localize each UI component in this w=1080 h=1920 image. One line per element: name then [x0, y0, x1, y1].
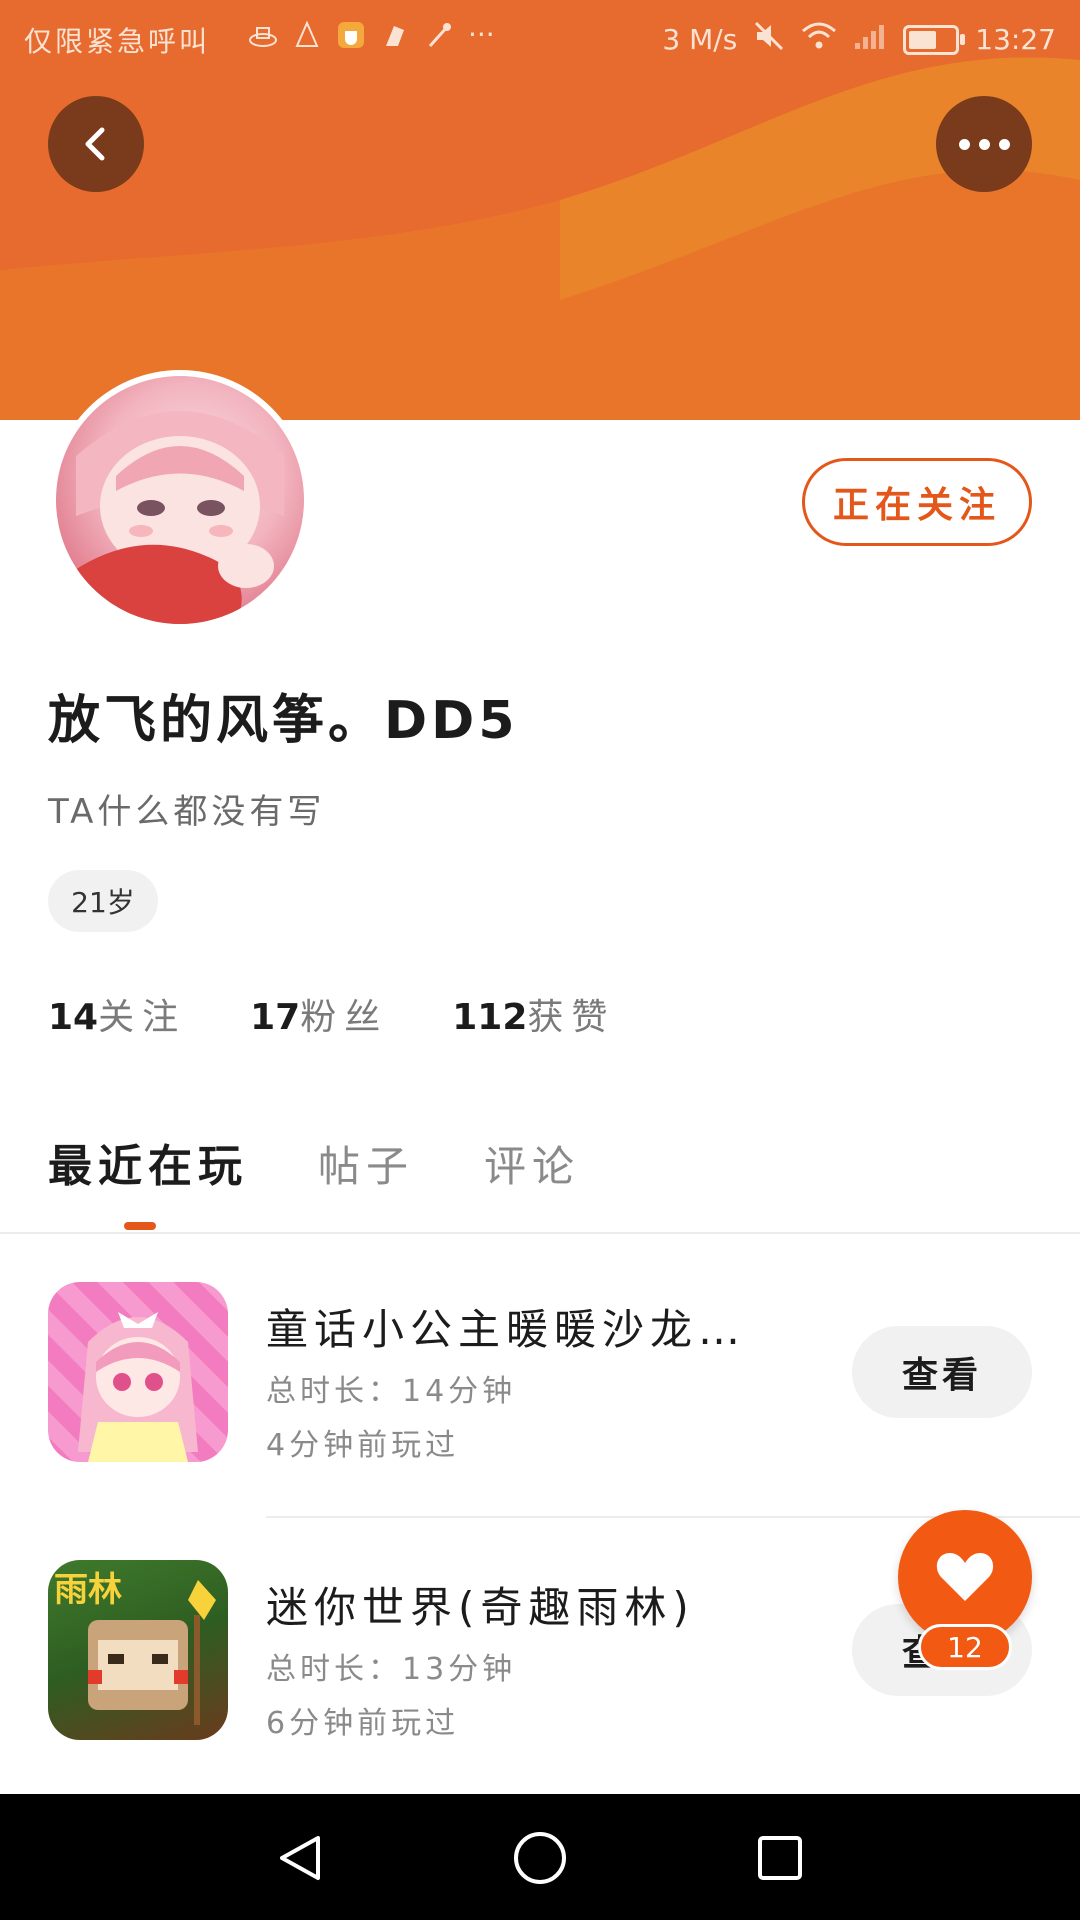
notification-icons: ··· — [248, 18, 495, 51]
active-tab-indicator — [124, 1222, 156, 1230]
likes-stat[interactable]: 112获赞 — [452, 988, 615, 1040]
app-notification-icon — [424, 20, 454, 50]
carrier-text: 仅限紧急呼叫 — [24, 25, 211, 58]
view-button[interactable]: 查看 — [852, 1326, 1032, 1418]
heart-icon — [936, 1553, 994, 1601]
divider — [0, 1232, 1080, 1234]
nav-recents-button[interactable] — [748, 1826, 812, 1890]
triangle-back-icon — [280, 1836, 320, 1880]
followers-stat[interactable]: 17粉丝 — [250, 988, 388, 1040]
back-button[interactable] — [48, 96, 144, 192]
game-list-item[interactable]: 童话小公主暖暖沙龙时… 总时长：14分钟 4分钟前玩过 查看 — [0, 1240, 1080, 1518]
game-icon-label: 雨林 — [54, 1570, 122, 1610]
stat-label: 粉丝 — [300, 997, 389, 1038]
system-nav-bar — [0, 1794, 1080, 1920]
status-bar: 仅限紧急呼叫 ··· 3 M/s 13:27 — [0, 0, 1080, 76]
nav-back-button[interactable] — [268, 1826, 332, 1890]
like-count-badge: 12 — [918, 1624, 1012, 1670]
status-right: 3 M/s 13:27 — [662, 20, 1056, 59]
app-notification-icon — [292, 19, 322, 50]
stat-number: 112 — [452, 997, 528, 1038]
game-title: 迷你世界(奇趣雨林) — [266, 1583, 695, 1632]
following-button[interactable]: 正在关注 — [802, 458, 1032, 546]
more-horizontal-icon — [958, 138, 1010, 150]
mute-icon — [753, 20, 785, 59]
game-icon: 雨林 — [48, 1560, 228, 1740]
signal-icon — [853, 21, 887, 58]
game-duration: 总时长：14分钟 — [266, 1374, 517, 1409]
clock: 13:27 — [975, 23, 1056, 56]
stat-label: 获赞 — [527, 997, 616, 1038]
battery-icon — [903, 24, 966, 55]
square-recents-icon — [758, 1836, 802, 1880]
username: 放飞的风筝。DD5 — [48, 691, 519, 751]
more-options-button[interactable] — [936, 96, 1032, 192]
battery-level — [909, 30, 936, 49]
following-stat[interactable]: 14关注 — [48, 988, 186, 1040]
game-last-played: 6分钟前玩过 — [266, 1706, 460, 1741]
tab-recently-played[interactable]: 最近在玩 — [48, 1130, 248, 1194]
tab-posts[interactable]: 帖子 — [318, 1133, 414, 1194]
stat-label: 关注 — [98, 997, 187, 1038]
game-icon — [48, 1282, 228, 1462]
app-notification-icon — [380, 20, 410, 50]
chevron-left-icon — [85, 127, 105, 161]
more-notifications-icon: ··· — [468, 18, 495, 51]
profile-stats: 14关注 17粉丝 112获赞 — [48, 988, 615, 1040]
wifi-icon — [801, 21, 837, 58]
app-notification-icon — [248, 20, 278, 50]
age-tag: 21岁 — [48, 870, 158, 932]
avatar-image — [56, 376, 304, 624]
stat-number: 14 — [48, 997, 99, 1038]
circle-home-icon — [514, 1832, 566, 1884]
game-last-played: 4分钟前玩过 — [266, 1428, 460, 1463]
game-title: 童话小公主暖暖沙龙时… — [266, 1305, 786, 1354]
game-duration: 总时长：13分钟 — [266, 1652, 517, 1687]
bio: TA什么都没有写 — [48, 792, 326, 832]
nav-home-button[interactable] — [508, 1826, 572, 1890]
network-speed: 3 M/s — [662, 23, 738, 56]
stat-number: 17 — [250, 997, 301, 1038]
profile-tabs: 最近在玩 帖子 评论 — [48, 1130, 580, 1194]
tab-comments[interactable]: 评论 — [484, 1133, 580, 1194]
app-notification-icon — [336, 20, 366, 50]
avatar[interactable] — [50, 370, 310, 630]
